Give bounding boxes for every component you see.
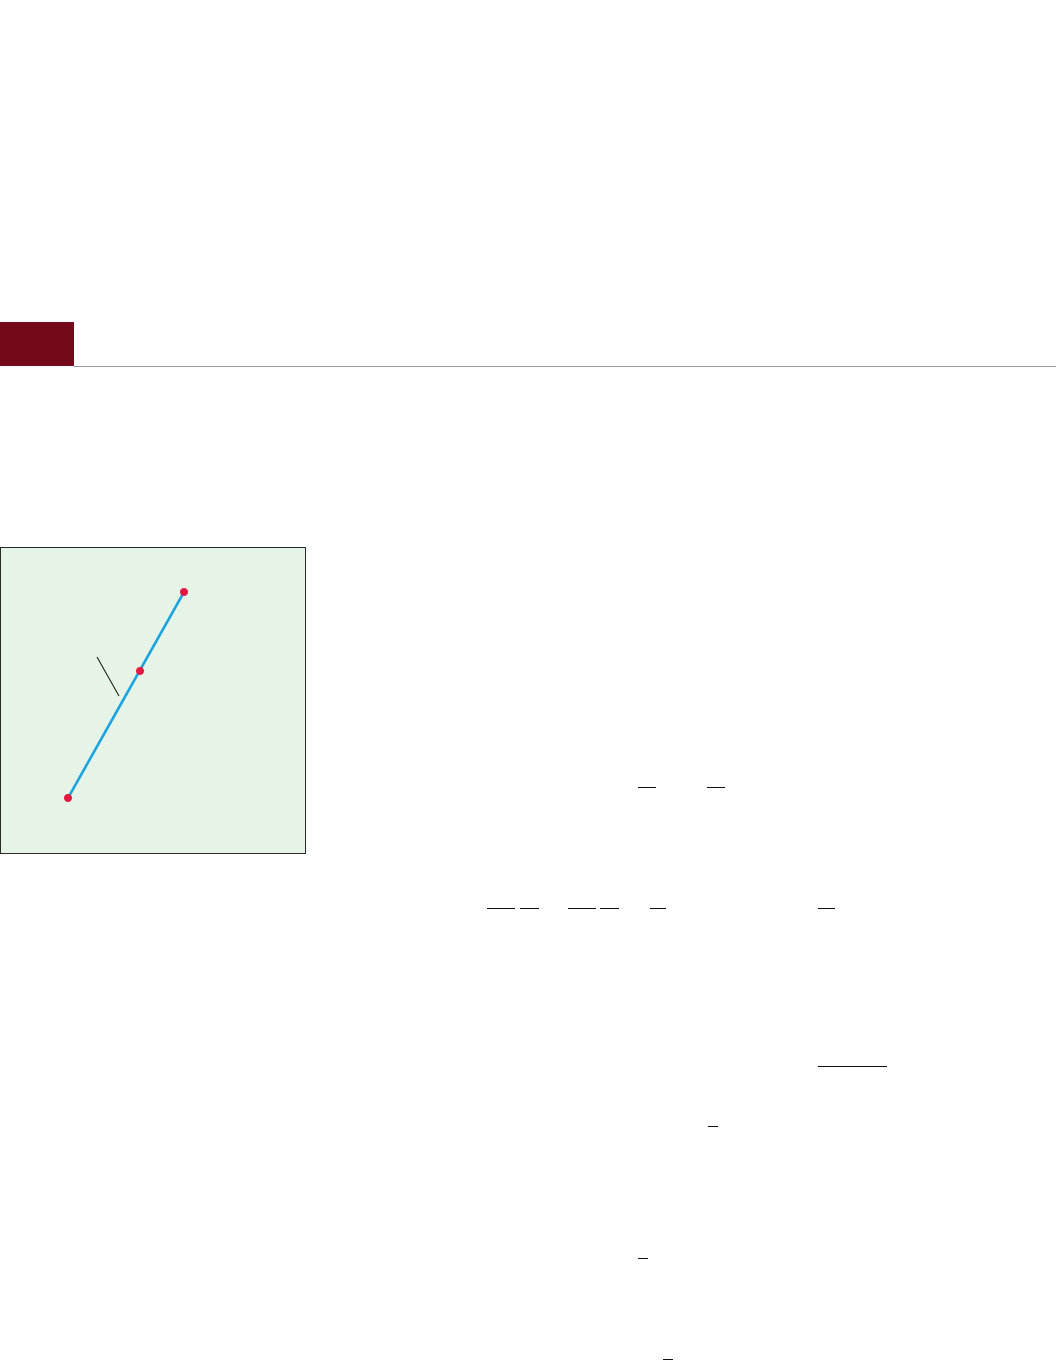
fraction-bar — [663, 1359, 673, 1360]
fraction-bar — [650, 908, 666, 909]
midpoint-figure — [0, 547, 306, 854]
midpoint-figure-svg — [64, 588, 188, 802]
endpoint-top — [180, 588, 188, 596]
midpoint — [136, 667, 144, 675]
fraction-bar — [708, 1126, 718, 1127]
label-leader-line — [96, 656, 120, 697]
section-header-rule — [74, 366, 1056, 367]
fraction-bar — [568, 908, 596, 909]
fraction-bar — [600, 908, 619, 909]
section-number-tab — [0, 322, 74, 366]
fraction-bar — [487, 908, 515, 909]
fraction-bar — [638, 1258, 648, 1259]
endpoint-bottom — [64, 794, 72, 802]
fraction-bar — [707, 787, 725, 788]
fraction-bar — [818, 1066, 887, 1067]
fraction-bar — [818, 908, 835, 909]
segment-line — [66, 591, 186, 799]
fraction-bar — [520, 908, 539, 909]
fraction-bar — [638, 787, 656, 788]
